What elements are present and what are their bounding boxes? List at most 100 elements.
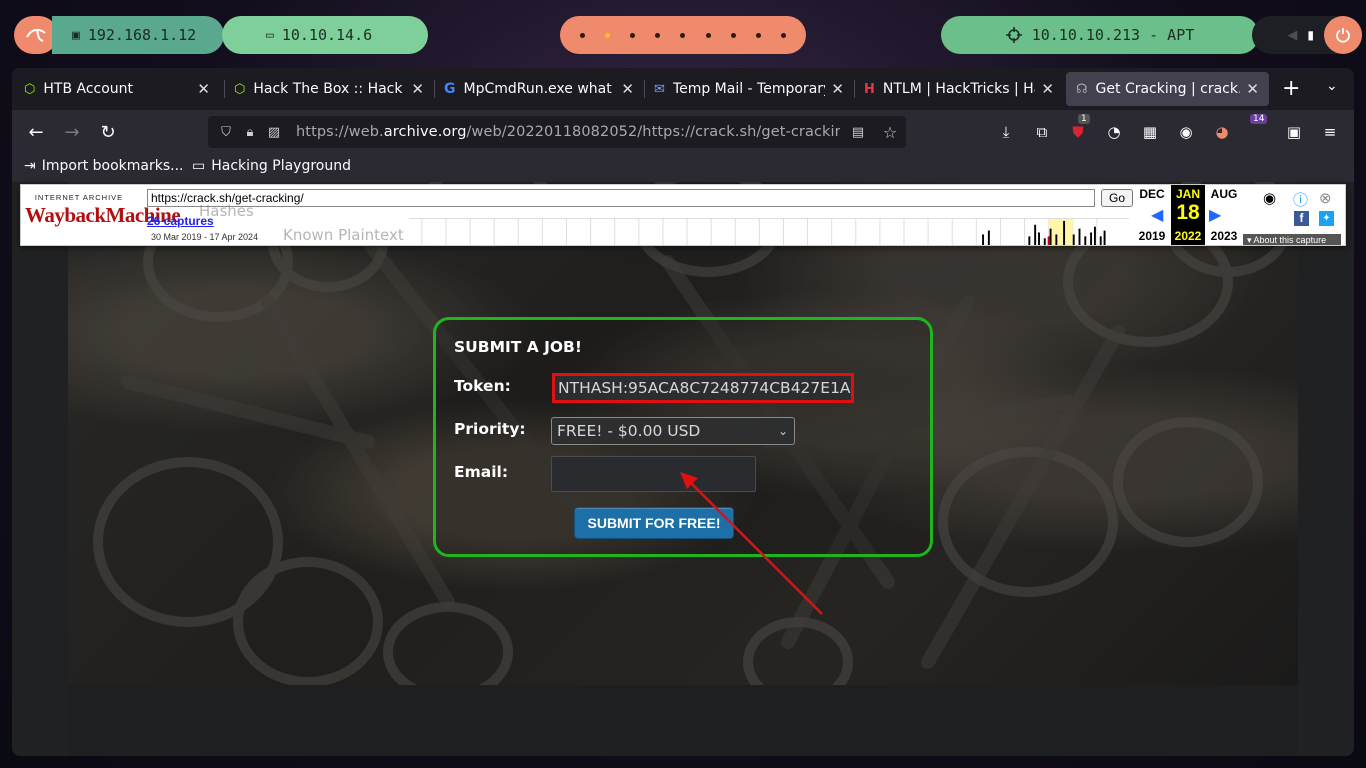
- extensions-icon[interactable]: ⧉: [1032, 122, 1052, 142]
- url-text[interactable]: https://web.archive.org/web/202201180820…: [296, 124, 840, 140]
- wayback-toolbar: INTERNET ARCHIVE WaybackMachine https://…: [20, 184, 1346, 246]
- tab-strip: ⬡ HTB Account ✕ ⬡ Hack The Box :: Hack T…: [12, 68, 1354, 110]
- workspace-dot-active[interactable]: [605, 32, 611, 38]
- power-button[interactable]: [1324, 16, 1362, 54]
- calendar-current-date: JAN 18 2022: [1171, 185, 1205, 245]
- capture-sparkline[interactable]: [409, 218, 1129, 246]
- workspace-dot[interactable]: [755, 32, 761, 38]
- workspace-dot[interactable]: [680, 32, 686, 38]
- email-input[interactable]: [551, 456, 756, 492]
- reload-button[interactable]: ↻: [96, 120, 120, 144]
- vpn-ip-widget: ▭ 10.10.14.6: [222, 16, 428, 54]
- hacktricks-icon: H: [864, 81, 875, 97]
- ghost-text: Known Plaintext: [283, 226, 404, 244]
- twitter-icon[interactable]: ✦: [1319, 211, 1334, 226]
- close-icon[interactable]: ✕: [1246, 80, 1259, 98]
- battery-icon: ▮: [1307, 28, 1314, 42]
- extension-badge-icon[interactable]: 14: [1248, 114, 1268, 142]
- close-icon[interactable]: ⊗: [1319, 189, 1332, 207]
- workspace-dot[interactable]: [730, 32, 736, 38]
- forward-button[interactable]: →: [60, 120, 84, 144]
- user-icon[interactable]: ◉: [1263, 189, 1276, 207]
- close-icon[interactable]: ✕: [197, 80, 210, 98]
- tab-list-chevron-icon[interactable]: ⌄: [1326, 78, 1338, 94]
- tab-ntlm-hacktricks[interactable]: H NTLM | HackTricks | HackTricks ✕: [854, 72, 1064, 106]
- shield-icon[interactable]: ⛉: [218, 124, 234, 140]
- crosshair-icon: [1005, 27, 1022, 43]
- system-tray: ◀ ▮: [1252, 16, 1362, 54]
- wayback-url-input[interactable]: https://crack.sh/get-cracking/: [147, 189, 1095, 207]
- tab-htb-account[interactable]: ⬡ HTB Account ✕: [14, 72, 220, 106]
- folder-icon: ▭: [192, 158, 206, 174]
- crack-icon: ☊: [1076, 81, 1088, 97]
- reload-icon: ↻: [100, 121, 116, 143]
- container-icon[interactable]: ▣: [1284, 122, 1304, 142]
- reader-view-icon[interactable]: ▤: [850, 124, 866, 140]
- url-bar[interactable]: ⛉ 🔒︎ ▨ https://web.archive.org/web/20220…: [208, 116, 906, 148]
- browser-window: ⬡ HTB Account ✕ ⬡ Hack The Box :: Hack T…: [12, 68, 1354, 756]
- lock-icon[interactable]: 🔒︎: [242, 124, 258, 140]
- ublock-icon[interactable]: ⛊ 1: [1068, 114, 1090, 142]
- target-widget: 10.10.10.213 - APT: [941, 16, 1259, 54]
- priority-label: Priority:: [454, 420, 526, 438]
- prev-capture-arrow-icon[interactable]: ◀: [1151, 205, 1163, 225]
- captures-link[interactable]: 26 captures: [147, 214, 214, 228]
- mail-icon: ✉: [654, 81, 665, 97]
- vpn-ip-text: 10.10.14.6: [281, 26, 373, 44]
- page-footer-area: [68, 685, 1298, 756]
- bookmarks-toolbar: ⇥ Import bookmarks... ▭ Hacking Playgrou…: [12, 154, 1354, 182]
- bookmark-hacking-playground[interactable]: ▭ Hacking Playground: [192, 158, 351, 174]
- about-capture-link[interactable]: ▾ About this capture: [1243, 234, 1341, 245]
- workspace-dot[interactable]: [655, 32, 661, 38]
- close-icon[interactable]: ✕: [411, 80, 424, 98]
- submit-job-form: SUBMIT A JOB! Token: NTHASH:95ACA8C72487…: [433, 317, 933, 557]
- new-tab-button[interactable]: +: [1282, 76, 1300, 101]
- local-ip-widget: ▣ 192.168.1.12: [52, 16, 224, 54]
- target-text: 10.10.10.213 - APT: [1031, 26, 1195, 44]
- bookmark-label: Hacking Playground: [211, 158, 351, 174]
- wayback-logo[interactable]: INTERNET ARCHIVE WaybackMachine: [25, 193, 181, 235]
- back-button[interactable]: ←: [24, 120, 48, 144]
- tab-temp-mail[interactable]: ✉ Temp Mail - Temporary Email ✕: [644, 72, 854, 106]
- help-icon[interactable]: ⓘ: [1293, 189, 1308, 210]
- chevron-down-icon: ⌄: [777, 424, 788, 438]
- workspace-dot[interactable]: [580, 32, 586, 38]
- tab-hack-the-box[interactable]: ⬡ Hack The Box :: Hack The Box ✕: [224, 72, 434, 106]
- close-icon[interactable]: ✕: [621, 80, 634, 98]
- foxyproxy-icon[interactable]: ◕: [1212, 122, 1232, 142]
- arrow-right-icon: →: [64, 121, 80, 143]
- priority-select[interactable]: FREE! - $0.00 USD ⌄: [551, 417, 795, 445]
- facebook-icon[interactable]: f: [1294, 211, 1309, 226]
- form-title: SUBMIT A JOB!: [454, 338, 582, 356]
- extension-count: 14: [1250, 114, 1268, 124]
- downloads-icon[interactable]: ⤓: [996, 122, 1016, 142]
- calendar-next-month[interactable]: AUG 2023: [1207, 185, 1241, 245]
- local-ip-text: 192.168.1.12: [87, 26, 197, 44]
- mute-icon[interactable]: ◀: [1287, 28, 1297, 43]
- htb-icon: ⬡: [234, 81, 246, 97]
- workspace-dot[interactable]: [705, 32, 711, 38]
- submit-for-free-button[interactable]: SUBMIT FOR FREE!: [574, 507, 734, 539]
- wayback-go-button[interactable]: Go: [1101, 189, 1133, 207]
- bookmark-import[interactable]: ⇥ Import bookmarks...: [24, 158, 184, 174]
- ublock-count: 1: [1078, 114, 1090, 124]
- htb-icon: ⬡: [24, 81, 36, 97]
- close-icon[interactable]: ✕: [1041, 80, 1054, 98]
- capture-range: 30 Mar 2019 - 17 Apr 2024: [151, 232, 259, 242]
- cookie-icon[interactable]: ◉: [1176, 122, 1196, 142]
- wappalyzer-icon[interactable]: ◔: [1104, 122, 1124, 142]
- workspace-dot[interactable]: [780, 32, 786, 38]
- google-icon: G: [444, 81, 456, 97]
- menu-icon[interactable]: ≡: [1320, 122, 1340, 142]
- bookmark-star-icon[interactable]: ☆: [882, 123, 898, 142]
- laptop-icon: ▭: [266, 27, 274, 43]
- close-icon[interactable]: ✕: [831, 80, 844, 98]
- token-input[interactable]: NTHASH:95ACA8C7248774CB427E1AE5: [552, 373, 854, 403]
- qr-code-icon[interactable]: ▦: [1140, 122, 1160, 142]
- workspace-dot[interactable]: [630, 32, 636, 38]
- tab-get-cracking[interactable]: ☊ Get Cracking | crack.sh ✕: [1066, 72, 1269, 106]
- power-icon: [1336, 28, 1350, 43]
- image-icon[interactable]: ▨: [266, 124, 282, 140]
- bookmark-label: Import bookmarks...: [41, 158, 184, 174]
- tab-mpcmdrun[interactable]: G MpCmdRun.exe what is ✕: [434, 72, 644, 106]
